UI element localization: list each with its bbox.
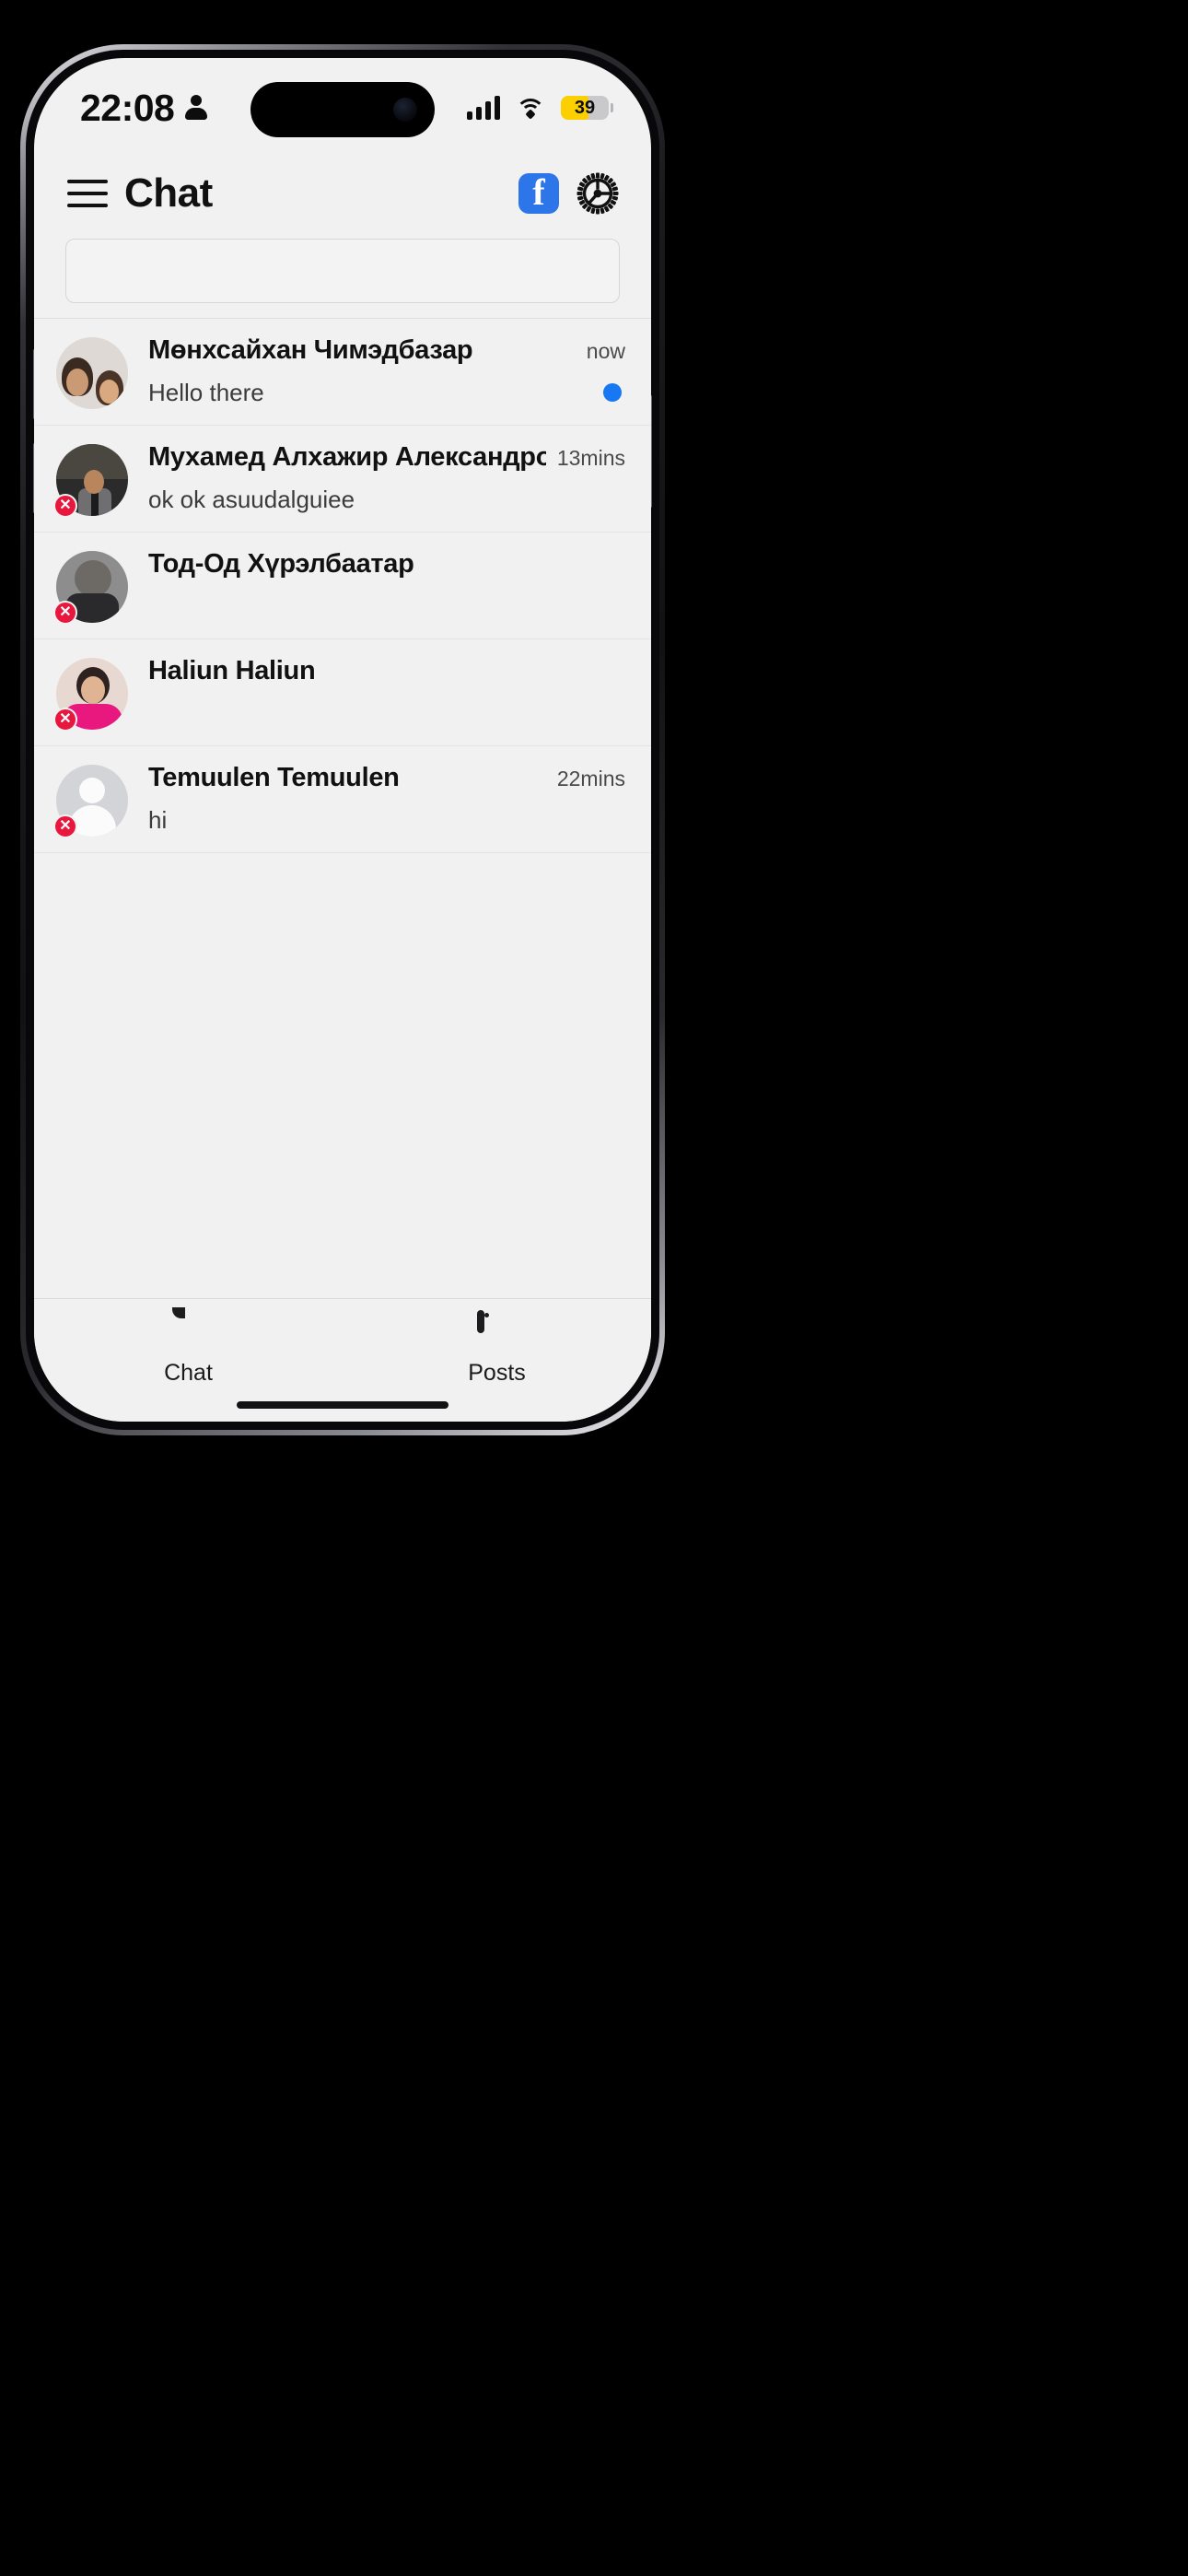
chat-timestamp: 22mins [556, 767, 625, 790]
tab-chat-label: Chat [164, 1360, 213, 1386]
search-input[interactable] [65, 239, 620, 303]
avatar-wrap [56, 337, 128, 409]
chat-item-footer [148, 591, 625, 622]
offline-badge-icon: ✕ [53, 601, 77, 625]
phone-screen: 22:08 39 Chat f Мөнхсайхан Чимэдбазар no… [34, 58, 651, 1422]
battery-icon: 39 [561, 96, 613, 120]
status-time: 22:08 [80, 86, 175, 129]
contact-name: Мөнхсайхан Чимэдбазар [148, 335, 473, 365]
chat-list-item[interactable]: ✕ Тод-Од Хүрэлбаатар [34, 533, 651, 639]
chat-item-footer: Hello there [148, 377, 625, 408]
chat-list-item[interactable]: ✕ Haliun Haliun [34, 639, 651, 746]
gear-icon[interactable] [576, 171, 620, 216]
chat-list-item[interactable]: Мөнхсайхан Чимэдбазар now Hello there [34, 319, 651, 426]
phone-frame: 22:08 39 Chat f Мөнхсайхан Чимэдбазар no… [20, 44, 665, 1435]
search-container [34, 229, 651, 318]
chat-item-header: Мухамед Алхажир Александро 13mins [148, 442, 625, 473]
chat-item-content: Мухамед Алхажир Александро 13mins ok ok … [148, 440, 625, 515]
facebook-icon[interactable] [518, 173, 559, 214]
chat-item-content: Мөнхсайхан Чимэдбазар now Hello there [148, 334, 625, 408]
cellular-signal-icon [467, 96, 500, 120]
avatar [56, 337, 128, 409]
offline-badge-icon: ✕ [53, 814, 77, 838]
chat-timestamp: 13mins [556, 446, 625, 470]
offline-badge-icon: ✕ [53, 708, 77, 732]
message-snippet: Hello there [148, 378, 264, 406]
status-bar-right: 39 [467, 96, 613, 120]
chat-item-footer: hi [148, 804, 625, 836]
avatar-wrap: ✕ [53, 551, 128, 625]
screenshot-root: 22:08 39 Chat f Мөнхсайхан Чимэдбазар no… [0, 0, 1188, 2576]
battery-percent: 39 [574, 98, 596, 118]
avatar-wrap: ✕ [53, 444, 128, 518]
status-bar-left: 22:08 [80, 86, 208, 129]
page-title: Chat [124, 170, 213, 216]
chat-list-item[interactable]: ✕ Temuulen Temuulen 22mins hi [34, 746, 651, 853]
person-icon [184, 95, 208, 121]
tab-posts-label: Posts [468, 1360, 526, 1386]
chat-list-item[interactable]: ✕ Мухамед Алхажир Александро 13mins ok o… [34, 426, 651, 533]
hamburger-menu-icon[interactable] [67, 180, 108, 207]
unread-dot [603, 383, 622, 402]
chat-item-content: Тод-Од Хүрэлбаатар [148, 547, 625, 622]
window-icon [476, 1310, 518, 1351]
chat-item-header: Тод-Од Хүрэлбаатар [148, 549, 625, 580]
wifi-icon [516, 97, 545, 120]
contact-name: Тод-Од Хүрэлбаатар [148, 549, 414, 579]
chat-item-footer [148, 697, 625, 729]
app-header: Chat [34, 158, 651, 229]
chat-timestamp: now [586, 339, 625, 363]
avatar-wrap: ✕ [53, 765, 128, 838]
chat-item-header: Haliun Haliun [148, 656, 625, 686]
offline-badge-icon: ✕ [53, 494, 77, 518]
home-indicator[interactable] [237, 1401, 448, 1409]
message-snippet: ok ok asuudalguiee [148, 485, 355, 513]
chat-item-header: Мөнхсайхан Чимэдбазар now [148, 335, 625, 366]
chat-list[interactable]: Мөнхсайхан Чимэдбазар now Hello there ✕ … [34, 318, 651, 1298]
phone-bezel: 22:08 39 Chat f Мөнхсайхан Чимэдбазар no… [26, 50, 659, 1430]
message-snippet: hi [148, 805, 168, 834]
tab-posts[interactable]: Posts [343, 1310, 651, 1386]
chat-item-content: Haliun Haliun [148, 654, 625, 729]
contact-name: Haliun Haliun [148, 656, 316, 685]
front-camera-icon [393, 98, 417, 122]
chat-item-header: Temuulen Temuulen 22mins [148, 763, 625, 793]
chat-item-content: Temuulen Temuulen 22mins hi [148, 761, 625, 836]
contact-name: Мухамед Алхажир Александро [148, 442, 546, 472]
avatar-wrap: ✕ [53, 658, 128, 732]
contact-name: Temuulen Temuulen [148, 763, 400, 792]
chat-bubble-icon [169, 1314, 209, 1351]
chat-item-footer: ok ok asuudalguiee [148, 484, 625, 515]
tab-chat[interactable]: Chat [34, 1314, 343, 1385]
dynamic-island [250, 82, 435, 137]
